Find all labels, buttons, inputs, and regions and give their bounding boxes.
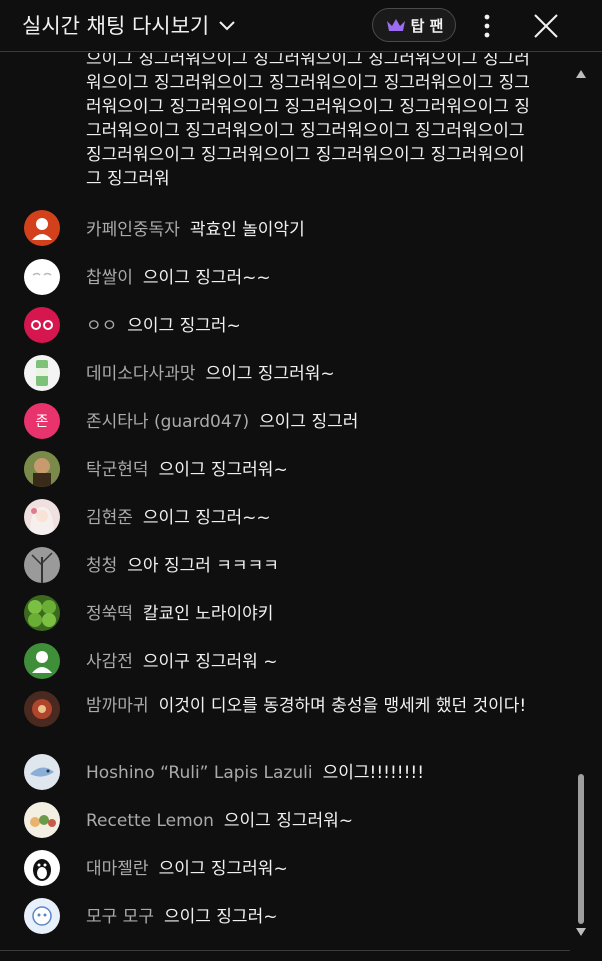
crown-icon: [386, 19, 405, 31]
chat-author[interactable]: 청청: [86, 556, 117, 576]
chat-author[interactable]: 카페인중독자: [86, 220, 180, 240]
chat-message: 카페인중독자 곽효인 놀이악기: [86, 217, 546, 243]
chat-text: 으아 징그러 ㅋㅋㅋㅋ: [127, 556, 279, 576]
chat-scrollbar[interactable]: [574, 64, 588, 944]
chat-message: 김현준 으이그 징그러~~: [86, 505, 546, 531]
avatar: [24, 547, 60, 583]
chat-author[interactable]: Recette Lemon: [86, 811, 214, 831]
chat-message-text: 으이그 징그러워으이그 징그러워으이그 징그러워으이그 징그러워으이그 징그러워…: [86, 53, 530, 189]
top-fan-button[interactable]: 탑 팬: [372, 8, 456, 42]
chat-list: 으이그 징그러워으이그 징그러워으이그 징그러워으이그 징그러워으이그 징그러워…: [0, 53, 570, 951]
avatar: [24, 850, 60, 886]
chat-title: 실시간 채팅 다시보기: [22, 14, 210, 38]
avatar: [24, 691, 60, 727]
chat-author[interactable]: 밤까마귀: [86, 696, 149, 716]
chat-text: 으이그 징그러~: [127, 316, 241, 336]
avatar: [24, 210, 60, 246]
chat-text: 으이그 징그러: [259, 412, 359, 432]
avatar: [24, 802, 60, 838]
avatar: [24, 307, 60, 343]
close-icon[interactable]: [530, 10, 562, 42]
avatar: [24, 355, 60, 391]
scroll-down-arrow-icon[interactable]: [576, 928, 586, 936]
chat-message: Hoshino “Ruli” Lapis Lazuli 으이그!!!!!!!!: [86, 760, 546, 786]
avatar: 존: [24, 403, 60, 439]
chat-message: 밤까마귀 이것이 디오를 동경하며 충성을 맹세케 했던 것이다!: [86, 693, 546, 719]
avatar: [24, 754, 60, 790]
chat-message: 데미소다사과맛 으이그 징그러워~: [86, 361, 546, 387]
chat-text: 칼쿄인 노라이야키: [142, 604, 274, 624]
chat-text: 으이그 징그러워~: [205, 364, 335, 384]
chat-text: 이것이 디오를 동경하며 충성을 맹세케 했던 것이다!: [158, 696, 527, 716]
chat-message: 정쑥떡 칼쿄인 노라이야키: [86, 601, 546, 627]
chat-text: 으이그 징그러~~: [142, 508, 271, 528]
chat-text: 으이구 징그러워 ~: [142, 652, 278, 672]
chat-author[interactable]: 사감전: [86, 652, 133, 672]
chat-text: 으이그 징그러~~: [142, 268, 271, 288]
chat-mode-dropdown[interactable]: 실시간 채팅 다시보기: [22, 10, 237, 40]
chat-author[interactable]: 모구 모구: [86, 907, 154, 927]
more-options-icon[interactable]: [474, 12, 500, 40]
chat-author[interactable]: 정쑥떡: [86, 604, 133, 624]
chat-author[interactable]: 존시타나 (guard047): [86, 412, 249, 432]
avatar: [24, 451, 60, 487]
chat-message: ㅇㅇ 으이그 징그러~: [86, 313, 546, 339]
chat-author[interactable]: 탁군현덕: [86, 460, 149, 480]
chat-message: 청청 으아 징그러 ㅋㅋㅋㅋ: [86, 553, 546, 579]
scrollbar-thumb[interactable]: [578, 774, 584, 924]
chat-message: 사감전 으이구 징그러워 ~: [86, 649, 546, 675]
chat-author[interactable]: 데미소다사과맛: [86, 364, 195, 384]
chat-author[interactable]: 대마젤란: [86, 859, 149, 879]
avatar: [24, 499, 60, 535]
avatar: [24, 898, 60, 934]
chat-message: 탁군현덕 으이그 징그러워~: [86, 457, 546, 483]
chat-text: 으이그 징그러워~: [223, 811, 354, 831]
avatar: [24, 595, 60, 631]
chat-text: 곽효인 놀이악기: [189, 220, 305, 240]
chat-text: 으이그 징그러워~: [158, 859, 288, 879]
chat-text: 으이그 징그러~: [163, 907, 278, 927]
chevron-down-icon: [219, 21, 235, 31]
chat-author[interactable]: 찹쌀이: [86, 268, 133, 288]
chat-text: 으이그!!!!!!!!: [322, 763, 425, 783]
chat-header: 실시간 채팅 다시보기 탑 팬: [0, 0, 602, 52]
chat-message: 존시타나 (guard047) 으이그 징그러: [86, 409, 546, 435]
chat-message: 모구 모구 으이그 징그러~: [86, 904, 546, 930]
chat-author[interactable]: ㅇㅇ: [86, 316, 117, 336]
scroll-up-arrow-icon[interactable]: [576, 70, 586, 78]
chat-author[interactable]: 김현준: [86, 508, 133, 528]
chat-message: 찹쌀이 으이그 징그러~~: [86, 265, 546, 291]
chat-message: Recette Lemon 으이그 징그러워~: [86, 808, 546, 834]
avatar: [24, 643, 60, 679]
avatar: [24, 259, 60, 295]
chat-text: 으이그 징그러워~: [158, 460, 288, 480]
chat-author[interactable]: Hoshino “Ruli” Lapis Lazuli: [86, 763, 313, 783]
top-fan-label: 탑 팬: [410, 16, 444, 35]
chat-message: 대마젤란 으이그 징그러워~: [86, 856, 546, 882]
